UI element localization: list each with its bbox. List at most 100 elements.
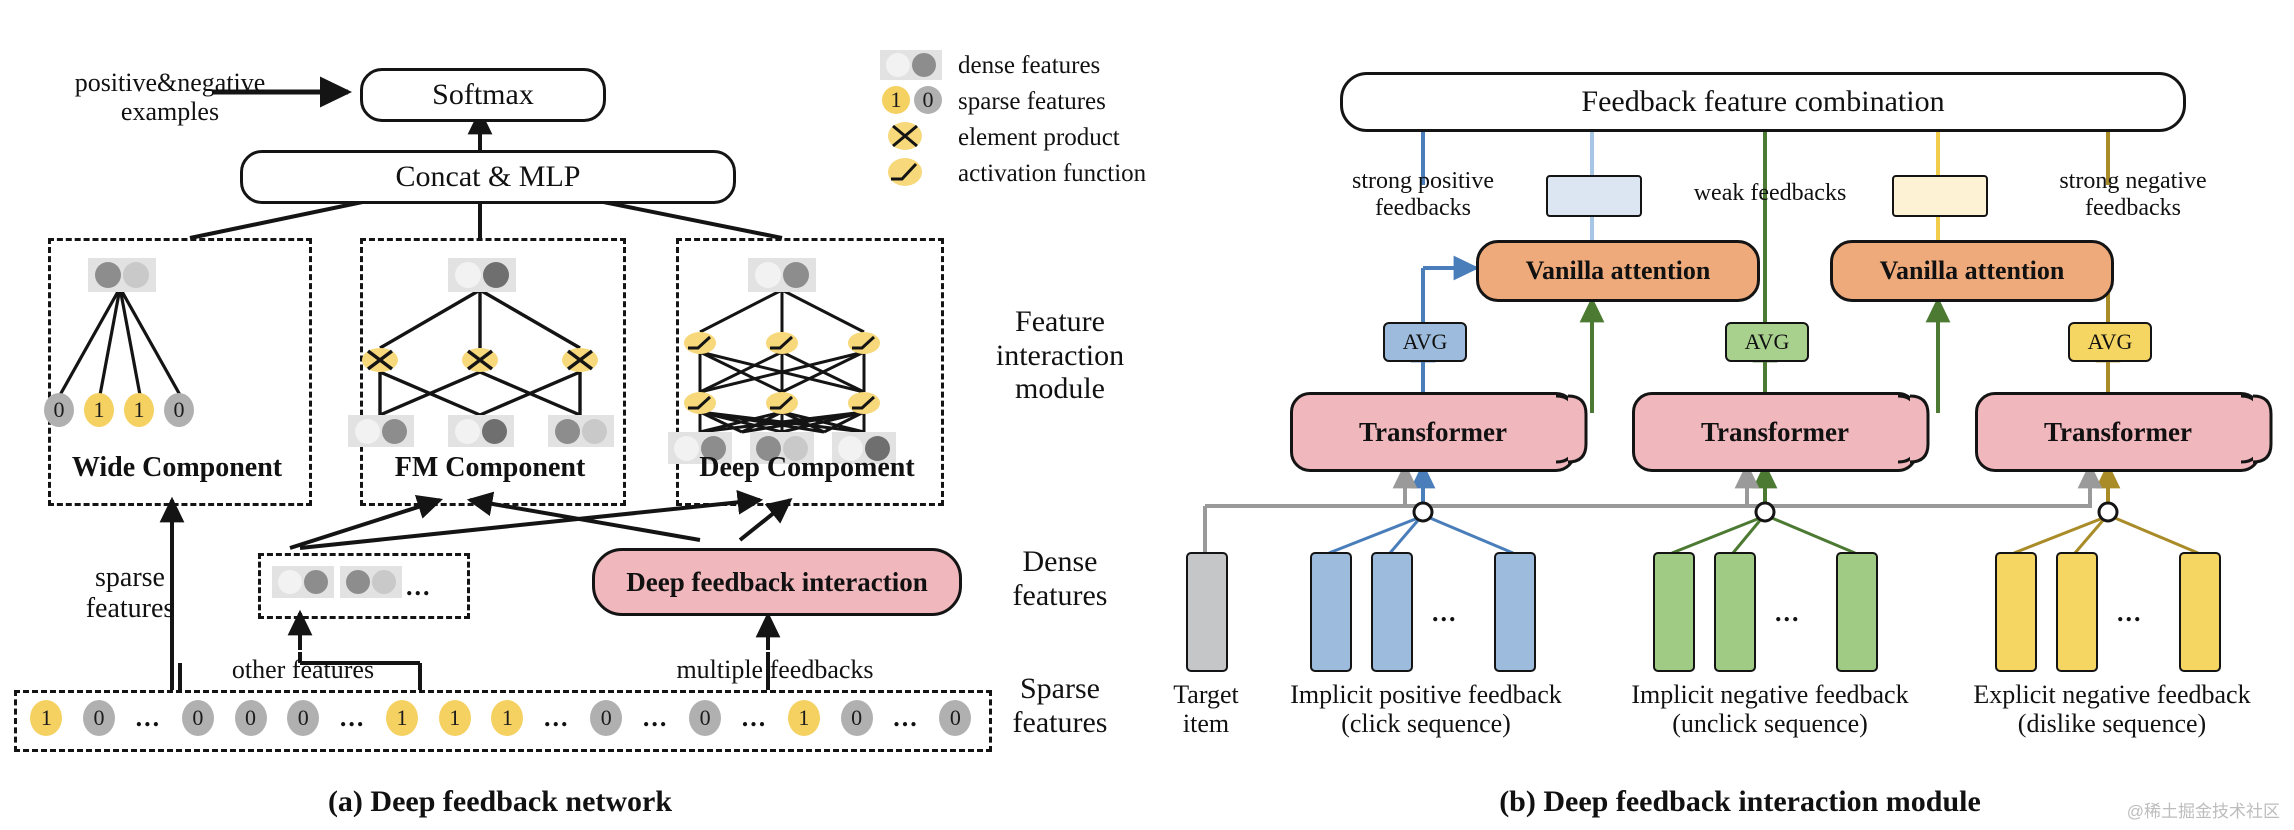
vanilla-attention-label: Vanilla attention [1879, 256, 2065, 285]
bottom-sparse-cell: 1 [386, 700, 419, 736]
activation-function-icon [766, 332, 798, 354]
bottom-sparse-values: 1 0... 0 0 0... 1 1 1... 0... 0... 1 0... 0 [20, 690, 982, 746]
transformer-positive[interactable]: Transformer [1290, 392, 1576, 472]
concat-mlp-label: Concat & MLP [395, 160, 581, 193]
deep-feedback-interaction-box[interactable]: Deep feedback interaction [592, 548, 962, 616]
avg-box-implicit-negative: AVG [1725, 322, 1809, 362]
multiple-feedbacks-label: multiple feedbacks [676, 655, 874, 684]
bottom-sparse-ellipsis: ... [893, 703, 919, 732]
feedback-feature-combination-label: Feedback feature combination [1581, 85, 1945, 118]
fm-component-label: FM Component [394, 452, 586, 483]
implicit-negative-bar [1836, 552, 1878, 672]
activation-function-icon [848, 392, 880, 414]
implicit-negative-caption: Implicit negative feedback (unclick sequ… [1631, 680, 1909, 739]
explicit-negative-bar [2056, 552, 2098, 672]
caption-a: (a) Deep feedback network [327, 785, 673, 818]
wide-sparse-3: 0 [164, 393, 194, 427]
dense-dot-dark [95, 262, 121, 288]
bottom-sparse-cell: 1 [787, 700, 820, 736]
dense-dot-light [755, 262, 781, 288]
sparse-features-left-label: sparse features [85, 562, 175, 625]
activation-function-icon [684, 392, 716, 414]
concat-mlp-box[interactable]: Concat & MLP [240, 150, 736, 204]
dense-dot-dark [346, 570, 370, 594]
implicit-positive-bar [1310, 552, 1352, 672]
implicit-negative-bar [1653, 552, 1695, 672]
dense-dot-light [582, 418, 607, 444]
bottom-sparse-ellipsis: ... [135, 703, 162, 732]
bottom-sparse-cell: 0 [287, 700, 320, 736]
dense-dot-light [278, 570, 302, 594]
transformer-implicit-negative[interactable]: Transformer [1632, 392, 1918, 472]
implicit-negative-ellipsis: ... [1775, 598, 1801, 627]
transformer-label: Transformer [1359, 416, 1507, 447]
dense-features-side-label: Dense features [1012, 545, 1108, 612]
implicit-negative-bar [1714, 552, 1756, 672]
dense-dot-dark [482, 418, 507, 444]
fm-output-embedding [448, 258, 516, 292]
implicit-positive-bar [1371, 552, 1413, 672]
bottom-sparse-ellipsis: ... [339, 703, 366, 732]
strong-positive-feedbacks-label: strong positive feedbacks [1352, 168, 1494, 221]
target-item-bar [1186, 552, 1228, 672]
explicit-negative-ellipsis: ... [2117, 598, 2143, 627]
positive-negative-examples-label: positive&negative examples [74, 68, 266, 127]
element-product-icon [462, 348, 498, 372]
bottom-sparse-cell: 0 [590, 700, 623, 736]
weak-positive-feature-box [1546, 175, 1642, 217]
avg-label: AVG [1744, 329, 1790, 354]
wide-sparse-1: 1 [84, 393, 114, 427]
element-product-icon [562, 348, 598, 372]
transformer-label: Transformer [1701, 416, 1849, 447]
fm-input-embedding [348, 415, 414, 447]
wide-sparse-2: 1 [124, 393, 154, 427]
figure-canvas: positive&negative examples Softmax Conca… [0, 0, 2294, 830]
fm-input-embedding [448, 415, 514, 447]
weak-negative-feature-box [1892, 175, 1988, 217]
bottom-sparse-cell: 1 [30, 700, 63, 736]
dense-dot-light [355, 418, 380, 444]
softmax-box[interactable]: Softmax [360, 68, 606, 122]
implicit-positive-ellipsis: ... [1432, 598, 1458, 627]
legend-glyphs [891, 124, 918, 181]
dense-dot-dark [783, 262, 809, 288]
avg-label: AVG [1402, 329, 1448, 354]
avg-label: AVG [2087, 329, 2133, 354]
deep-component-label: Deep Compoment [699, 452, 915, 483]
other-feature-embedding [272, 566, 334, 598]
caption-b: (b) Deep feedback interaction module [1499, 785, 1981, 818]
bottom-sparse-ellipsis: ... [741, 703, 768, 732]
bottom-sparse-ellipsis: ... [642, 703, 669, 732]
bottom-sparse-cell: 0 [689, 700, 722, 736]
vanilla-attention-right[interactable]: Vanilla attention [1830, 240, 2114, 302]
dense-dot-light [455, 418, 480, 444]
bottom-sparse-cell: 0 [234, 700, 267, 736]
deep-output-embedding [748, 258, 816, 292]
activation-function-icon [684, 332, 716, 354]
wide-sparse-0: 0 [44, 393, 74, 427]
dense-dot-light [455, 262, 481, 288]
vanilla-attention-left[interactable]: Vanilla attention [1476, 240, 1760, 302]
avg-box-explicit-negative: AVG [2068, 322, 2152, 362]
dense-dot-dark [555, 418, 580, 444]
implicit-positive-caption: Implicit positive feedback (click sequen… [1290, 680, 1562, 739]
transformer-explicit-negative[interactable]: Transformer [1975, 392, 2261, 472]
feature-interaction-module-label: Feature interaction module [995, 305, 1125, 406]
bottom-sparse-cell: 1 [491, 700, 524, 736]
explicit-negative-caption: Explicit negative feedback (dislike sequ… [1973, 680, 2251, 739]
dense-dot-dark [382, 418, 407, 444]
implicit-positive-bar [1494, 552, 1536, 672]
explicit-negative-bar [2179, 552, 2221, 672]
fm-input-embedding [548, 415, 614, 447]
softmax-label: Softmax [432, 78, 534, 111]
dense-dot-light [123, 262, 149, 288]
feedback-feature-combination-box[interactable]: Feedback feature combination [1340, 72, 2186, 132]
activation-function-icon [766, 392, 798, 414]
activation-function-icon [848, 332, 880, 354]
avg-box-positive: AVG [1383, 322, 1467, 362]
other-features-label: other features [231, 655, 375, 684]
bottom-sparse-cell: 0 [939, 700, 972, 736]
dense-dot-dark [304, 570, 328, 594]
legend: dense features 1 0 sparse features eleme… [880, 46, 1160, 206]
explicit-negative-bar [1995, 552, 2037, 672]
